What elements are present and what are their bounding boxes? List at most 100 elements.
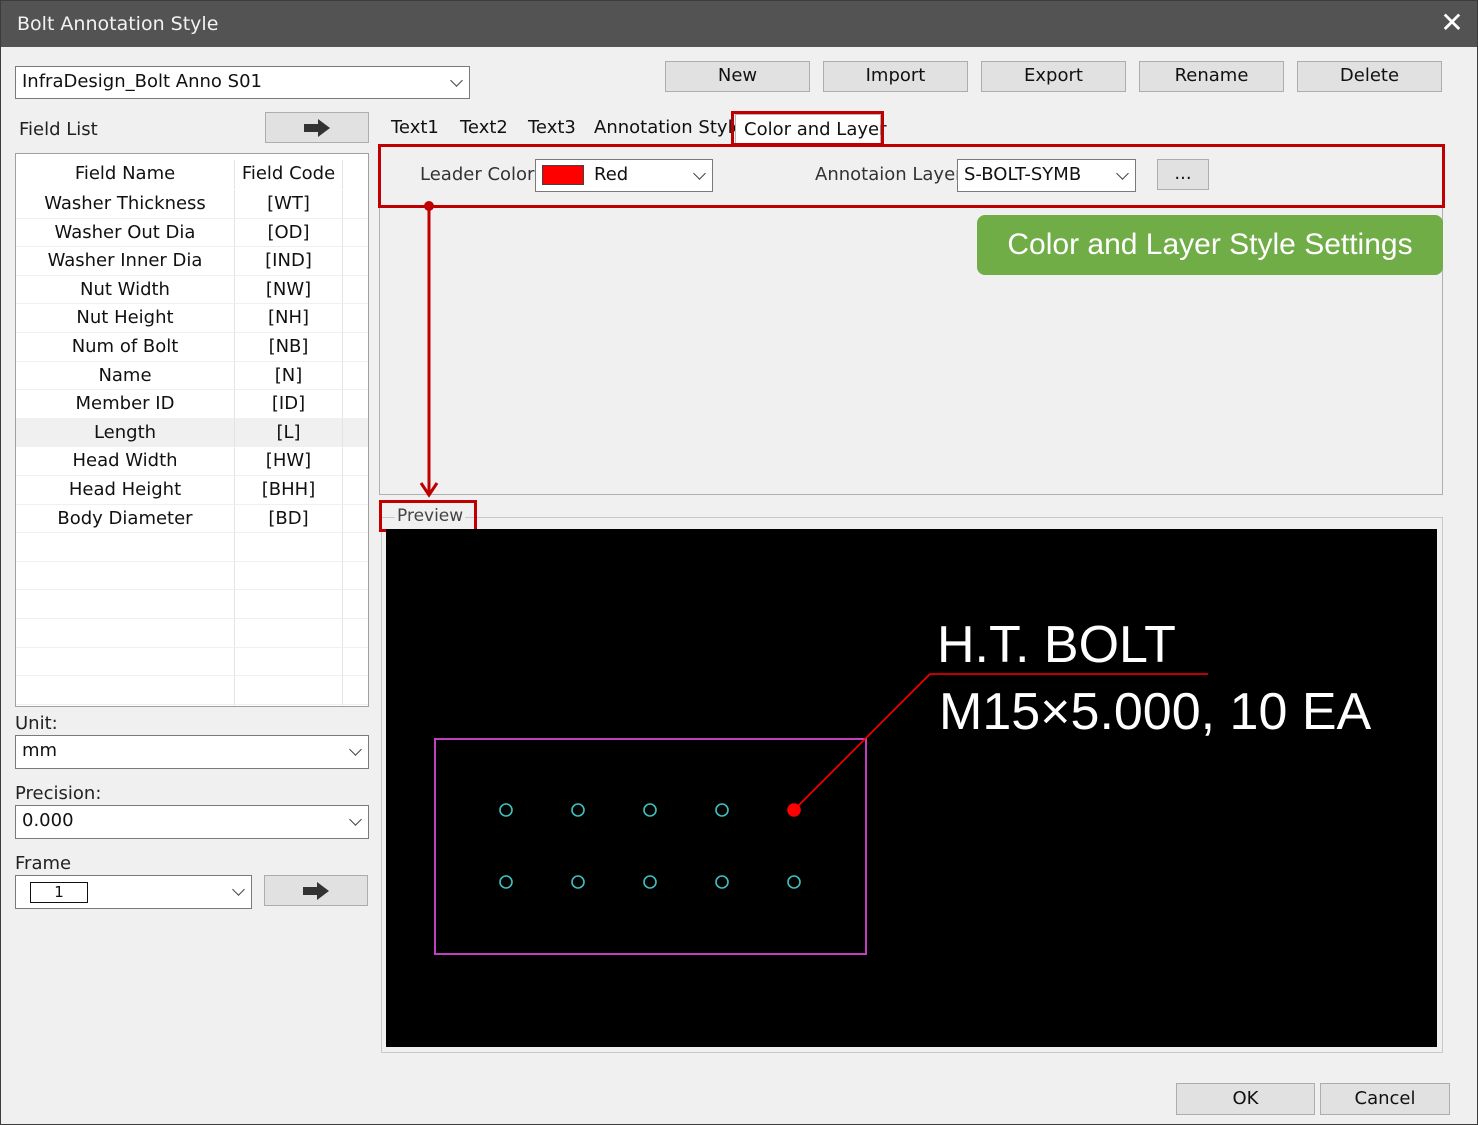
field-code-cell: [NH] (235, 304, 343, 332)
empty-cell (343, 390, 368, 418)
tab-text3[interactable]: Text3 (528, 117, 576, 138)
table-row[interactable]: Washer Thickness [WT] (16, 190, 368, 219)
table-row[interactable] (16, 561, 368, 591)
bolt-marker (571, 875, 585, 889)
unit-select-value: mm (22, 740, 58, 761)
table-row[interactable]: Num of Bolt [NB] (16, 333, 368, 362)
field-code-cell: [NB] (235, 333, 343, 361)
frame-select[interactable]: 1 (15, 875, 252, 909)
insert-frame-button[interactable] (264, 875, 368, 906)
field-name-cell: Nut Width (16, 275, 235, 304)
table-row[interactable] (16, 533, 368, 562)
connector-arrow (419, 201, 439, 498)
table-row[interactable]: Head Height [BHH] (16, 476, 368, 505)
empty-cell (343, 533, 368, 561)
empty-cell (16, 619, 235, 647)
table-row[interactable]: Length [L] (16, 418, 368, 448)
tab-color-and-layer[interactable]: Color and Layer (735, 114, 887, 144)
empty-cell (343, 562, 368, 590)
arrow-right-icon (303, 881, 329, 900)
field-name-cell: Body Diameter (16, 504, 235, 533)
empty-cell (343, 705, 368, 706)
layer-more-button[interactable]: ... (1157, 159, 1209, 190)
table-row[interactable]: Washer Inner Dia [IND] (16, 247, 368, 276)
bolt-marker (643, 803, 657, 817)
bolt-marker (787, 875, 801, 889)
field-name-cell: Name (16, 361, 235, 390)
preview-canvas: H.T. BOLT M15×5.000, 10 EA (386, 529, 1437, 1047)
field-code-cell: [BHH] (235, 476, 343, 504)
import-button[interactable]: Import (823, 61, 968, 92)
empty-cell (343, 447, 368, 475)
tab-annotation-style[interactable]: Annotation Style (594, 117, 744, 138)
ok-button[interactable]: OK (1176, 1083, 1315, 1115)
callout-badge: Color and Layer Style Settings (977, 215, 1443, 275)
leader-color-select[interactable]: Red (535, 159, 713, 192)
table-row[interactable] (16, 704, 368, 706)
table-row[interactable]: Head Width [HW] (16, 447, 368, 476)
empty-cell (235, 619, 343, 647)
leader-color-value: Red (594, 164, 629, 185)
annotation-layer-select[interactable]: S-BOLT-SYMB (957, 159, 1136, 192)
unit-label: Unit: (15, 713, 58, 734)
empty-cell (343, 619, 368, 647)
bolt-marker (499, 803, 513, 817)
empty-cell (16, 704, 235, 706)
table-row[interactable]: Member ID [ID] (16, 390, 368, 419)
tab-text2[interactable]: Text2 (460, 117, 508, 138)
empty-cell (343, 476, 368, 504)
bolt-group-frame (434, 738, 867, 955)
empty-cell (235, 590, 343, 618)
column-header-field-name[interactable]: Field Name (16, 160, 235, 189)
style-select-value: InfraDesign_Bolt Anno S01 (22, 71, 262, 92)
tab-text1[interactable]: Text1 (391, 117, 439, 138)
table-row[interactable] (16, 647, 368, 677)
annotation-layer-value: S-BOLT-SYMB (964, 164, 1082, 185)
field-code-cell: [WT] (235, 190, 343, 218)
unit-select[interactable]: mm (15, 735, 369, 769)
cancel-button[interactable]: Cancel (1320, 1083, 1450, 1115)
bolt-markers (499, 803, 801, 889)
empty-cell (343, 333, 368, 361)
empty-cell (16, 561, 235, 590)
insert-field-button[interactable] (265, 112, 369, 143)
bolt-marker (715, 803, 729, 817)
close-icon[interactable]: ✕ (1437, 7, 1467, 39)
field-name-cell: Head Width (16, 447, 235, 475)
precision-select[interactable]: 0.000 (15, 805, 369, 839)
table-row[interactable]: Name [N] (16, 361, 368, 391)
table-row[interactable] (16, 676, 368, 705)
table-row[interactable] (16, 590, 368, 619)
leader-line (793, 673, 931, 811)
arrow-right-icon (304, 118, 330, 137)
empty-cell (343, 190, 368, 218)
field-code-cell: [HW] (235, 447, 343, 475)
preview-drawing: H.T. BOLT M15×5.000, 10 EA (434, 616, 1372, 955)
table-row[interactable]: Washer Out Dia [OD] (16, 218, 368, 248)
style-select[interactable]: InfraDesign_Bolt Anno S01 (15, 66, 470, 99)
empty-cell (343, 276, 368, 304)
table-row[interactable]: Nut Width [NW] (16, 275, 368, 305)
export-button[interactable]: Export (981, 61, 1126, 92)
chevron-down-icon (686, 160, 712, 191)
leader-color-label: Leader Color: (420, 164, 541, 185)
empty-cell (235, 647, 343, 676)
field-name-cell: Washer Thickness (16, 190, 235, 218)
table-row[interactable] (16, 619, 368, 648)
field-name-cell: Head Height (16, 476, 235, 504)
field-name-cell: Nut Height (16, 304, 235, 332)
precision-label: Precision: (15, 783, 102, 804)
column-header-field-code[interactable]: Field Code (235, 160, 343, 189)
empty-cell (343, 590, 368, 618)
chevron-down-icon (1109, 160, 1135, 191)
new-button[interactable]: New (665, 61, 810, 92)
rename-button[interactable]: Rename (1139, 61, 1284, 92)
table-row[interactable]: Body Diameter [BD] (16, 504, 368, 534)
delete-button[interactable]: Delete (1297, 61, 1442, 92)
table-row[interactable]: Nut Height [NH] (16, 304, 368, 333)
window-title: Bolt Annotation Style (17, 13, 219, 35)
field-code-cell: [L] (235, 418, 343, 447)
annotation-layer-label: Annotaion Layer: (815, 164, 969, 185)
field-list-table[interactable]: Field Name Field Code Washer Thickness [W… (15, 153, 369, 707)
frame-select-value: 1 (30, 882, 88, 903)
